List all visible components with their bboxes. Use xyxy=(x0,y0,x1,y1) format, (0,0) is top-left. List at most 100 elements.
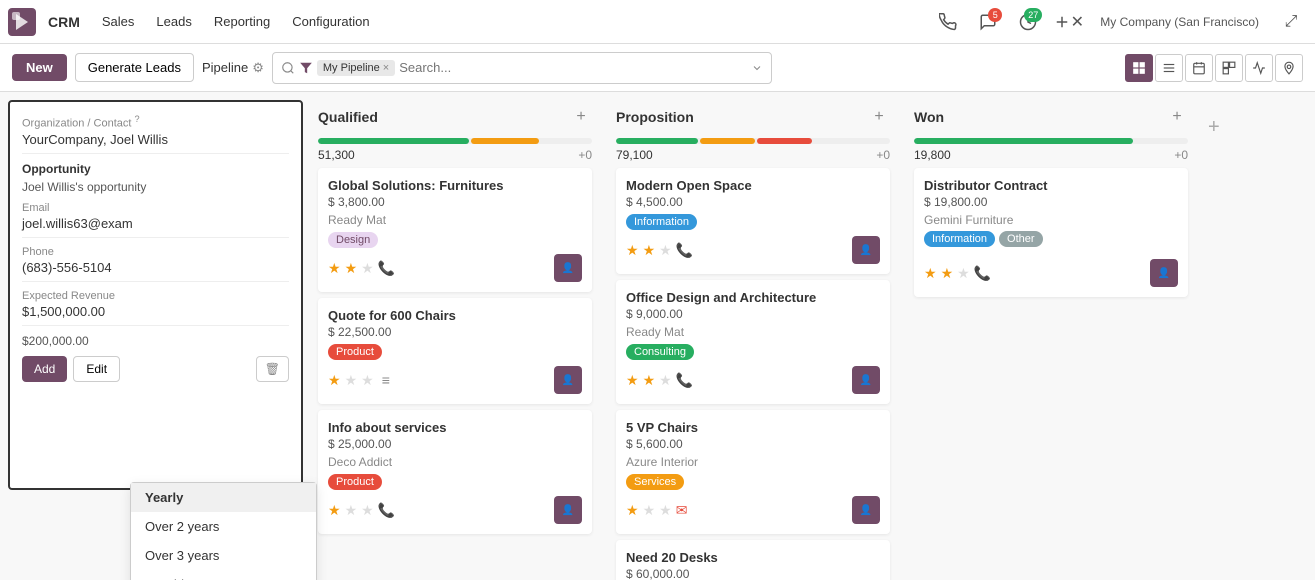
column-qualified-add-button[interactable]: + xyxy=(570,106,592,128)
lines-icon: ≡ xyxy=(382,372,390,388)
card-company: Ready Mat xyxy=(626,325,880,339)
company-name: My Company (San Francisco) xyxy=(1092,15,1267,29)
filter-close-icon[interactable]: × xyxy=(383,62,389,74)
search-dropdown-icon[interactable] xyxy=(751,62,763,74)
avatar: 👤 xyxy=(852,366,880,394)
map-view-button[interactable] xyxy=(1275,54,1303,82)
avatar: 👤 xyxy=(554,496,582,524)
generate-leads-button[interactable]: Generate Leads xyxy=(75,53,194,82)
search-icon xyxy=(281,61,295,75)
column-won-add-button[interactable]: + xyxy=(1166,106,1188,128)
card-global-solutions[interactable]: Global Solutions: Furnitures $ 3,800.00 … xyxy=(318,168,592,292)
left-panel: Organization / Contact ? YourCompany, Jo… xyxy=(8,100,303,490)
chat-icon[interactable]: 5 xyxy=(972,6,1004,38)
card-title: Need 20 Desks xyxy=(626,550,880,565)
panel-actions: Add Edit 🗑 xyxy=(22,356,289,382)
column-proposition-stats: 79,100 +0 xyxy=(608,148,898,168)
column-won-delta: +0 xyxy=(1174,148,1188,162)
column-proposition-title: Proposition xyxy=(616,109,862,125)
search-bar: My Pipeline × xyxy=(272,52,772,84)
column-won: Won + 19,800 +0 Distributor Contract $ 1… xyxy=(906,100,1196,572)
column-proposition-add-button[interactable]: + xyxy=(868,106,890,128)
app-name: CRM xyxy=(48,14,80,30)
dropdown-menu: Yearly Over 2 years Over 3 years Monthly… xyxy=(130,482,317,580)
edit-button[interactable]: Edit xyxy=(73,356,120,382)
card-title: Modern Open Space xyxy=(626,178,880,193)
menu-leads[interactable]: Leads xyxy=(146,8,201,35)
kanban-view-button[interactable] xyxy=(1125,54,1153,82)
top-navigation: CRM Sales Leads Reporting Configuration … xyxy=(0,0,1315,44)
add-button[interactable]: Add xyxy=(22,356,67,382)
card-footer: ★ ★ ★ ≡ 👤 xyxy=(328,366,582,394)
column-won-header: Won + xyxy=(906,100,1196,134)
card-quote-600-chairs[interactable]: Quote for 600 Chairs $ 22,500.00 Product… xyxy=(318,298,592,404)
expand-icon[interactable]: ⤢ xyxy=(1275,6,1307,38)
tooltip-icon: ? xyxy=(135,114,140,124)
logo-icon xyxy=(8,8,36,36)
main-menu: Sales Leads Reporting Configuration xyxy=(92,8,380,35)
card-footer: ★ ★ ★ 📞 👤 xyxy=(626,366,880,394)
card-tag: Services xyxy=(626,474,684,490)
dropdown-item-over3[interactable]: Over 3 years xyxy=(131,541,316,570)
activity-badge: 27 xyxy=(1024,8,1042,22)
card-5vp-chairs[interactable]: 5 VP Chairs $ 5,600.00 Azure Interior Se… xyxy=(616,410,890,534)
column-qualified: Qualified + 51,300 +0 Global Solutions: … xyxy=(310,100,600,572)
search-input[interactable] xyxy=(399,60,747,75)
card-footer: ★ ★ ★ ✉ 👤 xyxy=(626,496,880,524)
dropdown-item-monthly[interactable]: Monthly xyxy=(131,570,316,580)
card-amount: $ 9,000.00 xyxy=(626,307,880,321)
column-proposition: Proposition + 79,100 +0 Modern Open Spac… xyxy=(608,100,898,572)
card-footer: ★ ★ ★ 📞 👤 xyxy=(328,254,582,282)
column-qualified-stats: 51,300 +0 xyxy=(310,148,600,168)
settings-icon[interactable]: ✕ xyxy=(1052,6,1084,38)
column-qualified-amount: 51,300 xyxy=(318,148,355,162)
menu-sales[interactable]: Sales xyxy=(92,8,145,35)
card-modern-open-space[interactable]: Modern Open Space $ 4,500.00 Information… xyxy=(616,168,890,274)
column-proposition-delta: +0 xyxy=(876,148,890,162)
filter-icon xyxy=(299,61,313,75)
activity-icon[interactable]: 27 xyxy=(1012,6,1044,38)
dropdown-item-over2[interactable]: Over 2 years xyxy=(131,512,316,541)
card-amount: $ 19,800.00 xyxy=(924,195,1178,209)
card-title: Info about services xyxy=(328,420,582,435)
card-tag-info: Information xyxy=(924,231,995,247)
card-distributor-contract[interactable]: Distributor Contract $ 19,800.00 Gemini … xyxy=(914,168,1188,297)
opportunity-label: Opportunity xyxy=(22,162,289,176)
dropdown-item-yearly[interactable]: Yearly xyxy=(131,483,316,512)
list-view-button[interactable] xyxy=(1155,54,1183,82)
avatar: 👤 xyxy=(554,366,582,394)
card-info-services[interactable]: Info about services $ 25,000.00 Deco Add… xyxy=(318,410,592,534)
add-column-button[interactable]: + xyxy=(1200,100,1250,580)
menu-reporting[interactable]: Reporting xyxy=(204,8,280,35)
phone-icon[interactable] xyxy=(932,6,964,38)
revenue-label: Expected Revenue xyxy=(22,290,289,302)
phone-icon: 📞 xyxy=(378,260,395,277)
pipeline-text: Pipeline xyxy=(202,60,248,75)
graph-view-button[interactable] xyxy=(1245,54,1273,82)
card-tag: Product xyxy=(328,344,382,360)
column-qualified-header: Qualified + xyxy=(310,100,600,134)
view-switcher xyxy=(1125,54,1303,82)
pipeline-gear-icon[interactable]: ⚙ xyxy=(252,60,264,76)
email-icon: ✉ xyxy=(676,502,688,519)
phone-icon: 📞 xyxy=(974,265,991,282)
delete-button[interactable]: 🗑 xyxy=(256,356,289,382)
top-right-actions: 5 27 ✕ My Company (San Francisco) ⤢ xyxy=(932,6,1307,38)
phone-value: (683)-556-5104 xyxy=(22,260,289,282)
card-need-20-desks[interactable]: Need 20 Desks $ 60,000.00 Consulting ★ ★… xyxy=(616,540,890,580)
pivot-view-button[interactable] xyxy=(1215,54,1243,82)
column-proposition-header: Proposition + xyxy=(608,100,898,134)
column-proposition-progress xyxy=(616,138,890,144)
column-won-stats: 19,800 +0 xyxy=(906,148,1196,168)
menu-configuration[interactable]: Configuration xyxy=(282,8,379,35)
app-logo[interactable] xyxy=(8,8,36,36)
card-amount: $ 22,500.00 xyxy=(328,325,582,339)
new-button[interactable]: New xyxy=(12,54,67,81)
card-amount: $ 25,000.00 xyxy=(328,437,582,451)
email-label: Email xyxy=(22,202,289,214)
card-office-design[interactable]: Office Design and Architecture $ 9,000.0… xyxy=(616,280,890,404)
calendar-view-button[interactable] xyxy=(1185,54,1213,82)
column-qualified-delta: +0 xyxy=(578,148,592,162)
avatar: 👤 xyxy=(1150,259,1178,287)
card-tag: Product xyxy=(328,474,382,490)
